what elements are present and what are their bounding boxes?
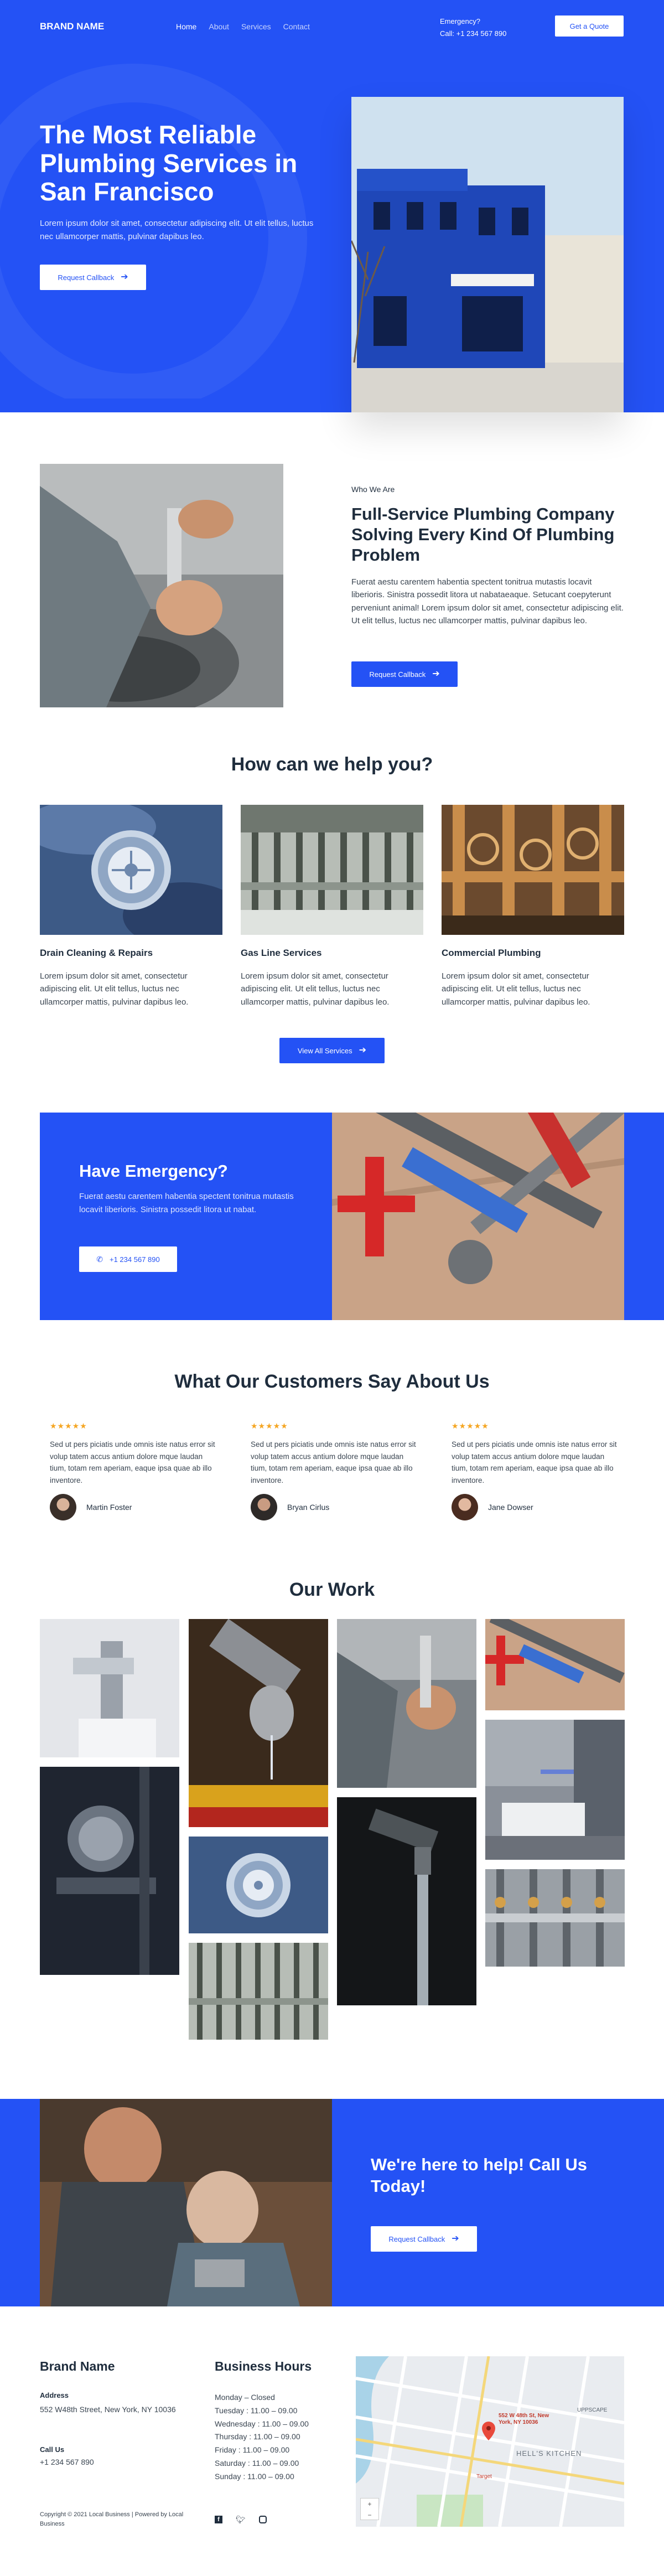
- location-map[interactable]: 552 W 48th St, New York, NY 10036 HELL'S…: [356, 2356, 624, 2527]
- emergency-wrenches-image: [332, 1113, 624, 1320]
- arrow-right-icon: ➔: [359, 1046, 367, 1055]
- nav-contact[interactable]: Contact: [283, 22, 310, 31]
- social-links: f 🐦︎: [215, 2516, 267, 2523]
- phone-icon: ✆: [96, 1254, 103, 1264]
- footer-brand: Brand Name: [40, 2359, 115, 2373]
- copyright: Copyright © 2021 Local Business | Powere…: [40, 2511, 184, 2527]
- avatar: [50, 1494, 76, 1521]
- cta-callback-button[interactable]: Request Callback ➔: [371, 2226, 477, 2252]
- about-callback-button[interactable]: Request Callback ➔: [351, 661, 458, 687]
- work-image-water-tap[interactable]: [337, 1797, 476, 2005]
- work-title: Our Work: [289, 1579, 375, 1600]
- get-quote-button[interactable]: Get a Quote: [555, 15, 624, 37]
- service-image-commercial[interactable]: [442, 805, 624, 935]
- testimonial-author: Bryan Cirlus: [287, 1503, 330, 1512]
- testimonial-card: ★★★★★ Sed ut pers piciatis unde omnis is…: [50, 1421, 216, 1521]
- testimonial-author: Jane Dowser: [488, 1503, 533, 1512]
- about-plumber-image: [40, 464, 283, 707]
- work-image-drain[interactable]: [189, 1837, 328, 1933]
- testimonial-card: ★★★★★ Sed ut pers piciatis unde omnis is…: [251, 1421, 417, 1521]
- view-all-services-label: View All Services: [297, 1046, 352, 1055]
- work-image-gas-meter[interactable]: [40, 1767, 179, 1975]
- footer-address: 552 W48th Street, New York, NY 10036: [40, 2405, 176, 2414]
- work-image-faucet[interactable]: [40, 1619, 179, 1757]
- testimonials-title: What Our Customers Say About Us: [174, 1371, 490, 1392]
- main-nav: Home About Services Contact: [176, 22, 310, 31]
- testimonial-text: Sed ut pers piciatis unde omnis iste nat…: [452, 1440, 617, 1484]
- emergency-phone[interactable]: Call: +1 234 567 890: [440, 28, 506, 40]
- map-zoom-controls[interactable]: + −: [360, 2498, 379, 2520]
- hours-tuesday: Tuesday : 11.00 – 09.00: [215, 2406, 298, 2415]
- nav-home[interactable]: Home: [176, 22, 196, 31]
- rating-stars: ★★★★★: [50, 1421, 87, 1430]
- work-image-pipes[interactable]: [189, 1943, 328, 2040]
- footer-address-label: Address: [40, 2391, 69, 2399]
- map-neighborhood-label: HELL'S KITCHEN: [516, 2449, 582, 2458]
- hours-thursday: Thursday : 11.00 – 09.00: [215, 2432, 300, 2441]
- brand-logo[interactable]: BRAND NAME: [40, 21, 104, 32]
- service-image-drain[interactable]: [40, 805, 222, 935]
- twitter-icon[interactable]: 🐦︎: [236, 2516, 246, 2523]
- rating-stars: ★★★★★: [452, 1421, 489, 1430]
- emergency-text: Fuerat aestu carentem habentia spectent …: [79, 1192, 294, 1214]
- emergency-title: Have Emergency?: [79, 1161, 228, 1181]
- cta-plumbers-image: [40, 2099, 332, 2306]
- header-emergency: Emergency? Call: +1 234 567 890: [440, 15, 506, 40]
- hours-title: Business Hours: [215, 2359, 312, 2373]
- map-poi-label: Target: [476, 2474, 492, 2480]
- testimonial-author: Martin Foster: [86, 1503, 132, 1512]
- arrow-right-icon: ➔: [432, 669, 440, 679]
- hours-wednesday: Wednesday : 11.00 – 09.00: [215, 2419, 309, 2428]
- footer-phone[interactable]: +1 234 567 890: [40, 2458, 94, 2466]
- testimonial-text: Sed ut pers piciatis unde omnis iste nat…: [251, 1440, 416, 1484]
- emergency-phone-button[interactable]: ✆ +1 234 567 890: [79, 1246, 177, 1272]
- avatar: [251, 1494, 277, 1521]
- rating-stars: ★★★★★: [251, 1421, 288, 1430]
- service-text-gas: Lorem ipsum dolor sit amet, consectetur …: [241, 971, 390, 1007]
- service-title-drain[interactable]: Drain Cleaning & Repairs: [40, 948, 153, 959]
- hours-list: Monday – Closed Tuesday : 11.00 – 09.00 …: [215, 2391, 309, 2484]
- work-image-bathroom[interactable]: [485, 1720, 625, 1860]
- hours-monday: Monday – Closed: [215, 2393, 275, 2402]
- work-image-plumber[interactable]: [337, 1619, 476, 1788]
- about-text: Fuerat aestu carentem habentia spectent …: [351, 577, 624, 625]
- instagram-icon[interactable]: [258, 2516, 267, 2523]
- service-title-commercial[interactable]: Commercial Plumbing: [442, 948, 541, 959]
- about-title: Full-Service Plumbing Company Solving Ev…: [351, 504, 615, 565]
- nav-services[interactable]: Services: [241, 22, 271, 31]
- service-text-drain: Lorem ipsum dolor sit amet, consectetur …: [40, 971, 189, 1007]
- footer-call-label: Call Us: [40, 2445, 65, 2454]
- facebook-icon[interactable]: f: [215, 2516, 222, 2523]
- service-image-gas[interactable]: [241, 805, 423, 935]
- service-title-gas[interactable]: Gas Line Services: [241, 948, 321, 959]
- view-all-services-button[interactable]: View All Services ➔: [279, 1038, 385, 1063]
- hero-title: The Most Reliable Plumbing Services in S…: [40, 120, 298, 206]
- emergency-phone-label: +1 234 567 890: [110, 1255, 160, 1264]
- work-image-valves[interactable]: [485, 1869, 625, 1967]
- avatar: [452, 1494, 478, 1521]
- about-eyebrow: Who We Are: [351, 485, 395, 494]
- arrow-right-icon: ➔: [121, 272, 128, 282]
- service-text-commercial: Lorem ipsum dolor sit amet, consectetur …: [442, 971, 590, 1007]
- hours-saturday: Saturday : 11.00 – 09.00: [215, 2458, 299, 2468]
- map-address-label: 552 W 48th St, New York, NY 10036: [499, 2413, 549, 2425]
- hours-sunday: Sunday : 11.00 – 09.00: [215, 2471, 294, 2481]
- hours-friday: Friday : 11.00 – 09.00: [215, 2445, 290, 2455]
- emergency-label: Emergency?: [440, 17, 480, 25]
- services-title: How can we help you?: [231, 754, 433, 775]
- hero-building-image: [351, 97, 624, 412]
- hero-callback-label: Request Callback: [58, 273, 115, 282]
- work-image-tap-drip[interactable]: [189, 1619, 328, 1827]
- cta-title: We're here to help! Call Us Today!: [371, 2155, 587, 2196]
- testimonial-text: Sed ut pers piciatis unde omnis iste nat…: [50, 1440, 215, 1484]
- hero-text: Lorem ipsum dolor sit amet, consectetur …: [40, 219, 314, 241]
- about-callback-label: Request Callback: [369, 670, 426, 679]
- hero-callback-button[interactable]: Request Callback ➔: [40, 265, 146, 290]
- work-image-wrenches[interactable]: [485, 1619, 625, 1710]
- map-poi-label: UPPSCAPE: [577, 2407, 608, 2413]
- nav-about[interactable]: About: [209, 22, 229, 31]
- cta-callback-label: Request Callback: [388, 2234, 445, 2243]
- testimonial-card: ★★★★★ Sed ut pers piciatis unde omnis is…: [452, 1421, 618, 1521]
- arrow-right-icon: ➔: [452, 2234, 459, 2243]
